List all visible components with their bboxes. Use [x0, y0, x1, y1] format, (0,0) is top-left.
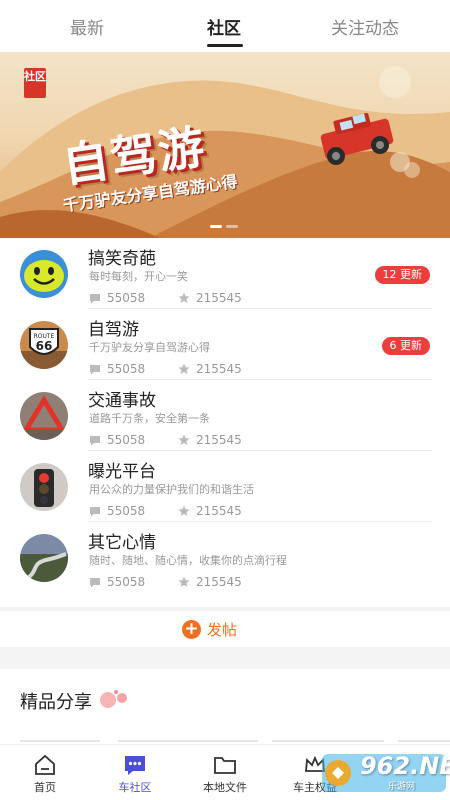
watermark-text: 962.NET [360, 752, 450, 780]
community-desc: 用公众的力量保护我们的和谐生活 [89, 483, 254, 496]
community-list: 搞笑奇葩 每时每刻，开心一笑 55058 215545 12 更新 ROUTE … [0, 238, 450, 593]
active-tab-indicator [207, 44, 243, 47]
carousel-dot-active[interactable] [210, 225, 222, 228]
comment-icon [90, 293, 100, 303]
like-count-value: 215545 [196, 433, 242, 447]
sparkle-decoration-icon [100, 690, 127, 708]
warning-triangle-icon [20, 392, 68, 440]
community-row-roadtrip[interactable]: ROUTE 66 自驾游 千万驴友分享自驾游心得 55058 215545 6 … [0, 309, 450, 380]
section-gap [0, 647, 450, 669]
community-row-funny[interactable]: 搞笑奇葩 每时每刻，开心一笑 55058 215545 12 更新 [0, 238, 450, 309]
comment-count: 55058 [89, 433, 145, 447]
traffic-light-icon [20, 463, 68, 511]
comment-count-value: 55058 [107, 291, 146, 305]
like-count-value: 215545 [196, 362, 242, 376]
comment-count-value: 55058 [107, 575, 146, 589]
carousel-indicator[interactable] [210, 225, 238, 228]
comment-count-value: 55058 [107, 504, 146, 518]
comment-count: 55058 [89, 362, 145, 376]
update-badge: 6 更新 [381, 337, 430, 355]
community-desc: 千万驴友分享自驾游心得 [89, 341, 210, 354]
featured-cards-strip [20, 740, 450, 742]
community-row-accidents[interactable]: 交通事故 道路千万条，安全第一条 55058 215545 [0, 380, 450, 451]
comment-count: 55058 [89, 291, 145, 305]
star-icon [178, 292, 190, 303]
comment-icon [90, 577, 100, 587]
post-bar: + 发帖 [0, 607, 450, 647]
nav-label: 车社区 [118, 781, 152, 794]
plus-icon: + [182, 620, 201, 639]
star-icon [178, 505, 190, 516]
featured-card-edge[interactable] [272, 740, 384, 742]
community-badge: 社区 [24, 68, 46, 98]
featured-card-edge[interactable] [398, 740, 450, 742]
top-tab-bar: 最新 社区 关注动态 [0, 0, 450, 52]
community-title: 曝光平台 [88, 462, 156, 482]
post-button-label: 发帖 [207, 621, 238, 639]
community-desc: 随时、随地、随心情，收集你的点滴行程 [89, 554, 287, 567]
tab-following[interactable]: 关注动态 [331, 14, 399, 39]
comment-icon [90, 435, 100, 445]
star-icon [178, 363, 190, 374]
winding-road-icon [20, 534, 68, 582]
like-count-value: 215545 [196, 291, 242, 305]
community-desc: 每时每刻，开心一笑 [89, 270, 188, 283]
community-title: 自驾游 [88, 320, 139, 340]
like-count: 215545 [178, 575, 242, 589]
like-count: 215545 [178, 291, 242, 305]
comment-count-value: 55058 [107, 433, 146, 447]
tab-latest[interactable]: 最新 [70, 14, 104, 39]
community-row-exposure[interactable]: 曝光平台 用公众的力量保护我们的和谐生活 55058 215545 [0, 451, 450, 522]
like-count-value: 215545 [196, 575, 242, 589]
promo-banner[interactable]: 社区 自驾游 千万驴友分享自驾游心得 [0, 52, 450, 238]
update-badge: 12 更新 [374, 266, 430, 284]
comment-icon [90, 506, 100, 516]
smiley-face-icon [20, 250, 68, 298]
nav-label: 本地文件 [203, 781, 247, 794]
home-icon [35, 754, 55, 775]
comment-count-value: 55058 [107, 362, 146, 376]
community-desc: 道路千万条，安全第一条 [89, 412, 210, 425]
folder-icon [214, 757, 236, 774]
featured-card-edge[interactable] [20, 740, 100, 742]
featured-card-edge[interactable] [118, 740, 258, 742]
comment-icon [90, 364, 100, 374]
nav-label: 首页 [34, 781, 56, 794]
like-count: 215545 [178, 504, 242, 518]
community-row-moods[interactable]: 其它心情 随时、随地、随心情，收集你的点滴行程 55058 215545 [0, 522, 450, 593]
svg-text:66: 66 [36, 339, 53, 353]
comment-count: 55058 [89, 575, 145, 589]
watermark-subtext: 乐游网 [388, 782, 416, 792]
community-title: 搞笑奇葩 [88, 249, 156, 269]
community-title: 交通事故 [88, 391, 156, 411]
community-title: 其它心情 [88, 533, 156, 553]
like-count: 215545 [178, 362, 242, 376]
star-icon [178, 576, 190, 587]
section-title: 精品分享 [20, 692, 92, 713]
chat-bubble-icon [125, 756, 145, 775]
like-count-value: 215545 [196, 504, 242, 518]
comment-count: 55058 [89, 504, 145, 518]
post-button[interactable]: + 发帖 [182, 619, 237, 640]
star-icon [178, 434, 190, 445]
route-66-sign-icon: ROUTE 66 [20, 321, 68, 369]
tab-community[interactable]: 社区 [207, 14, 241, 39]
carousel-dot[interactable] [226, 225, 238, 228]
like-count: 215545 [178, 433, 242, 447]
